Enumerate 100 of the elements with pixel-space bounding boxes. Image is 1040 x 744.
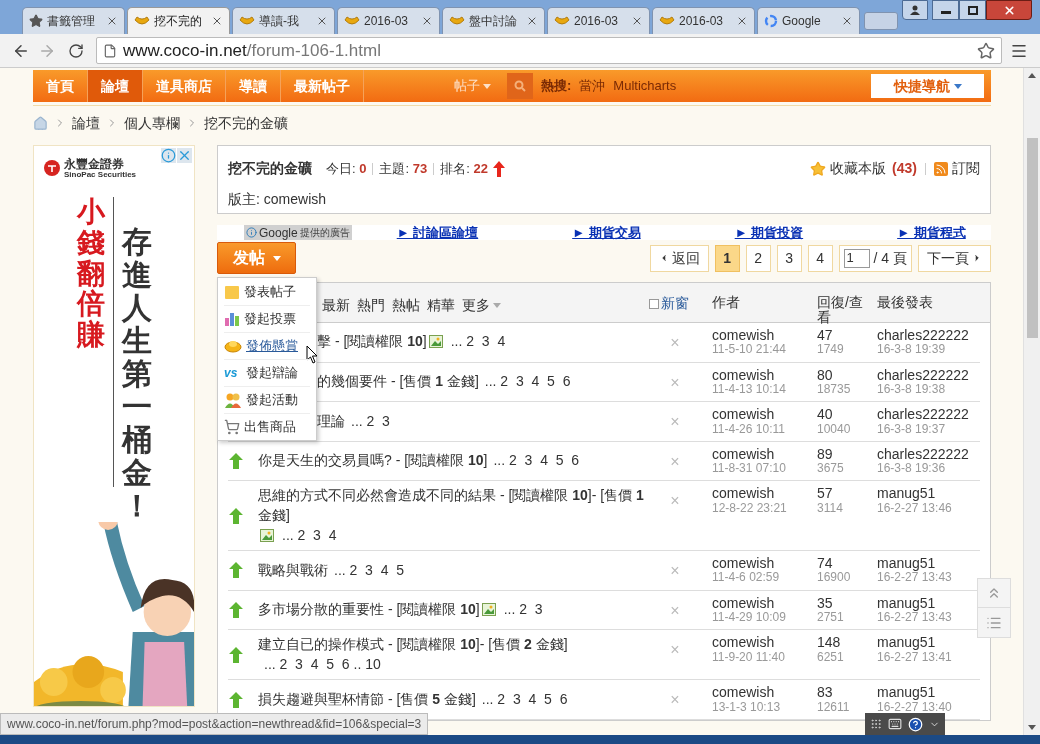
last-poster[interactable]: manug51 [877, 595, 980, 612]
menu-item[interactable]: 發起活動 [224, 386, 310, 413]
page-input[interactable]: 1 [843, 248, 870, 268]
page-links[interactable]: ... 2 3 4 [450, 333, 506, 350]
breadcrumb-link[interactable]: 個人專欄 [124, 112, 180, 134]
last-poster[interactable]: charles222222 [877, 407, 980, 423]
last-poster[interactable]: charles222222 [877, 328, 980, 344]
page-link[interactable]: 3 [776, 244, 802, 272]
close-icon[interactable] [631, 15, 643, 27]
keyboard-icon[interactable] [888, 717, 902, 731]
profile-button[interactable] [902, 0, 928, 20]
menu-item[interactable]: 出售商品 [224, 413, 310, 440]
page-links[interactable]: ... 2 3 [351, 412, 390, 429]
address-field[interactable]: www.coco-in.net/forum-106-1.html [96, 37, 1002, 64]
close-icon[interactable] [526, 15, 538, 27]
author-name[interactable]: comewish [712, 367, 817, 383]
last-poster[interactable]: manug51 [877, 685, 980, 701]
page-links[interactable]: ... 2 3 4 5 6 .. 10 [264, 655, 381, 672]
next-page-button[interactable]: 下一頁 [918, 244, 991, 272]
menu-item[interactable]: vs 發起辯論 [224, 359, 310, 386]
author-name[interactable]: comewish [712, 635, 817, 651]
scrollbar[interactable] [1023, 68, 1040, 735]
browser-tab[interactable]: 2016-03 [652, 7, 755, 34]
thread-title[interactable]: 建立自已的操作模式 - [閱讀權限 10]- [售價 2 金錢] [258, 635, 568, 655]
close-icon[interactable] [106, 15, 118, 27]
last-poster[interactable]: charles222222 [877, 367, 980, 383]
filter-tab[interactable]: 精華 [427, 295, 455, 316]
ad-link[interactable]: ► 討論區論壇 [396, 222, 479, 243]
browser-tab[interactable]: 書籤管理 [22, 7, 125, 34]
page-link[interactable]: 1 [714, 244, 740, 272]
browser-tab[interactable]: 導讀-我 [232, 7, 335, 34]
thread-title[interactable]: 多市場分散的重要性 - [閱讀權限 10] [258, 600, 480, 620]
breadcrumb-link[interactable]: 挖不完的金礦 [204, 112, 288, 134]
author-name[interactable]: comewish [712, 407, 817, 423]
scroll-down-icon[interactable] [1028, 725, 1036, 730]
page-link[interactable]: 4 [807, 244, 833, 272]
view-count: 18735 [817, 382, 852, 397]
ad-link[interactable]: ► 期貨程式 [897, 222, 966, 243]
hot-search-link[interactable]: Multicharts [613, 76, 677, 96]
nav-link[interactable]: 論壇 [88, 70, 143, 102]
thread-title[interactable]: 損失趨避與聖杯情節 - [售價 5 金錢] [258, 689, 476, 710]
browser-tab[interactable]: 盤中討論 [442, 7, 545, 34]
browser-tab[interactable]: Google [757, 7, 860, 34]
bookmark-star-icon[interactable] [977, 41, 995, 60]
breadcrumb-link[interactable]: 論壇 [72, 112, 100, 134]
thread-title[interactable]: 理論 [317, 411, 345, 432]
browser-tab[interactable]: 挖不完的 [127, 7, 230, 34]
ad-choices-badge[interactable]: Google 提供的廣告 [244, 225, 352, 240]
hot-search-link[interactable]: 當沖 [579, 76, 606, 96]
last-poster[interactable]: manug51 [877, 556, 980, 572]
view-count: 3675 [817, 462, 845, 476]
page-links[interactable]: ... 2 3 4 5 6 [493, 452, 580, 469]
page-links[interactable]: ... 2 3 4 5 [334, 561, 405, 578]
ad-link[interactable]: ► 期貨交易 [572, 222, 641, 243]
author-name[interactable]: comewish [712, 486, 817, 502]
close-icon[interactable] [211, 15, 223, 27]
close-icon[interactable] [421, 15, 433, 27]
close-button[interactable] [986, 0, 1032, 20]
subscribe-link[interactable]: 訂閱 [952, 158, 980, 179]
restore-button[interactable] [959, 0, 986, 20]
thread-title[interactable]: 思維的方式不同必然會造成不同的結果 - [閱讀權限 10]- [售價 1 金錢] [258, 486, 659, 526]
author-name[interactable]: comewish [712, 595, 817, 612]
help-icon[interactable] [908, 716, 923, 732]
quick-nav-button[interactable]: 快捷導航 [871, 74, 984, 98]
minimize-button[interactable] [932, 0, 959, 20]
filter-tab[interactable]: 熱帖 [392, 295, 420, 316]
thread-title[interactable]: 的幾個要件 - [售價 1 金錢] [317, 372, 479, 392]
grip-icon[interactable] [870, 718, 882, 730]
browser-tab[interactable]: 2016-03 [547, 7, 650, 34]
menu-item[interactable]: 發起投票 [224, 305, 310, 332]
author-name[interactable]: comewish [712, 328, 817, 344]
author-name[interactable]: comewish [712, 556, 817, 572]
last-poster[interactable]: charles222222 [877, 446, 980, 463]
close-icon[interactable] [841, 15, 853, 27]
last-poster[interactable]: manug51 [877, 486, 980, 502]
filter-tab[interactable]: 更多 [462, 295, 490, 316]
new-window-checkbox[interactable] [649, 298, 659, 309]
author-name[interactable]: comewish [712, 685, 817, 701]
menu-item[interactable]: 發表帖子 [224, 278, 310, 305]
scrollbar-thumb[interactable] [1026, 138, 1038, 338]
thread-title[interactable]: 戰略與戰術 [258, 560, 328, 581]
last-poster[interactable]: manug51 [877, 635, 980, 651]
thread-title[interactable]: 擊 - [閱讀權限 10] [317, 332, 427, 353]
thread-title[interactable]: 你是天生的交易員嗎? - [閱讀權限 10] [258, 451, 488, 471]
page-links[interactable]: ... 2 3 [503, 601, 543, 618]
ad-link[interactable]: ► 期貨投資 [734, 222, 804, 243]
author-name[interactable]: comewish [712, 446, 817, 463]
reload-icon[interactable] [68, 42, 84, 59]
page-link[interactable]: 2 [745, 244, 771, 272]
page-links[interactable]: ... 2 3 4 5 6 [481, 690, 568, 707]
page-links[interactable]: ... 2 3 4 [282, 526, 337, 543]
back-button[interactable]: 返回 [649, 244, 709, 272]
browser-tab[interactable]: 2016-03 [337, 7, 440, 34]
filter-tab[interactable]: 最新 [322, 295, 350, 316]
close-icon[interactable] [316, 15, 328, 27]
filter-tab[interactable]: 熱門 [357, 295, 385, 316]
close-icon[interactable] [736, 15, 748, 27]
page-links[interactable]: ... 2 3 4 5 6 [484, 373, 571, 390]
scroll-up-icon[interactable] [1028, 73, 1036, 78]
favorite-link[interactable]: 收藏本版 [830, 158, 887, 179]
